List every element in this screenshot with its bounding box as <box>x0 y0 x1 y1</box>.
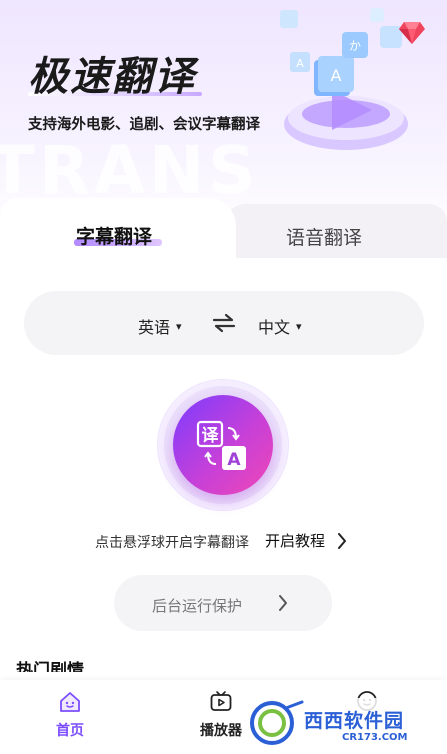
vip-gem-icon[interactable] <box>398 20 426 46</box>
translate-icon-glyph-top: 译 <box>202 426 220 446</box>
nav-home-label: 首页 <box>56 723 84 739</box>
illustration-glyph-ka: か <box>349 39 361 53</box>
translate-icon-glyph-bottom: A <box>227 450 241 470</box>
background-protection-label: 后台运行保护 <box>152 597 243 615</box>
hero-title: 极速翻译 <box>28 54 196 100</box>
translate-icon: 译 A <box>196 420 246 470</box>
tutorial-label: 开启教程 <box>265 532 326 550</box>
open-tutorial-link[interactable]: 开启教程 <box>265 530 347 551</box>
nav-home[interactable]: 首页 <box>56 690 84 740</box>
swap-arrows-icon[interactable] <box>212 313 236 333</box>
illustration-glyph-a: A <box>331 66 342 85</box>
nav-player-label: 播放器 <box>200 723 242 739</box>
hot-dramas-heading: 热门剧情 <box>16 661 84 672</box>
chevron-right-icon <box>338 532 347 549</box>
home-icon <box>60 692 80 712</box>
tab-voice-translation[interactable]: 语音翻译 <box>286 223 362 250</box>
illustration-glyph-a-small: A <box>296 57 304 70</box>
source-language-label: 英语 <box>138 318 171 337</box>
chevron-right-icon <box>279 595 287 611</box>
watermark-text: 西西软件园 <box>304 710 405 732</box>
target-language-dropdown[interactable]: 中文 ▾ <box>258 314 302 338</box>
watermark-subtext: CR173.COM <box>342 732 408 743</box>
hero-subtitle: 支持海外电影、追剧、会议字幕翻译 <box>28 117 260 133</box>
floating-ball-hint: 点击悬浮球开启字幕翻译 <box>95 535 249 551</box>
chevron-down-icon: ▾ <box>176 319 182 333</box>
tab-subtitle-translation[interactable]: 字幕翻译 <box>76 222 152 249</box>
chevron-down-icon: ▾ <box>296 319 302 333</box>
translation-tabs <box>0 198 447 262</box>
nav-player[interactable]: 播放器 <box>200 690 242 740</box>
source-language-dropdown[interactable]: 英语 ▾ <box>138 314 182 338</box>
target-language-label: 中文 <box>258 318 291 337</box>
player-icon <box>210 691 232 711</box>
